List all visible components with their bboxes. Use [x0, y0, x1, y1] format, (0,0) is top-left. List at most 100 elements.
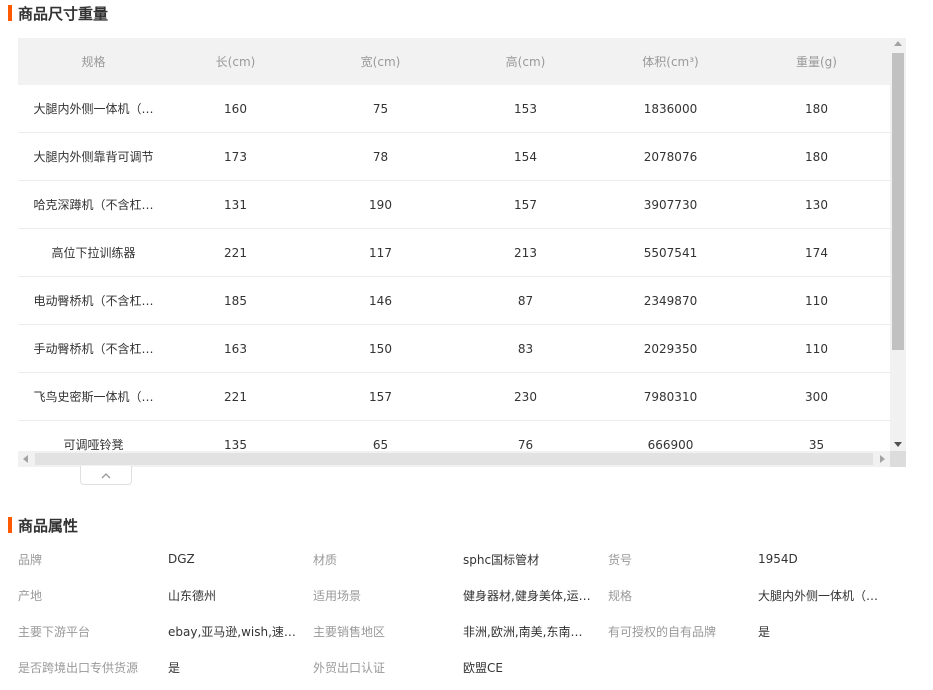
- attribute-label: 外贸出口认证: [313, 660, 386, 675]
- header-volume: 体积(cm³): [642, 55, 699, 69]
- cell-width: 146: [369, 293, 392, 308]
- cell-length: 221: [224, 245, 247, 260]
- cell-spec: 大腿内外侧一体机（…: [33, 102, 154, 116]
- vertical-scroll-thumb[interactable]: [892, 53, 904, 350]
- cell-height: 213: [514, 245, 537, 260]
- cell-width: 117: [369, 245, 392, 260]
- attribute-value: 山东德州: [168, 588, 217, 603]
- attribute-label: 是否跨境出口专供货源: [18, 660, 139, 675]
- cell-length: 160: [224, 101, 247, 116]
- cell-width: 157: [369, 389, 392, 404]
- cell-volume: 2078076: [643, 149, 698, 164]
- attribute-value: 是: [168, 660, 181, 675]
- cell-weight: 300: [805, 389, 828, 404]
- cell-width: 190: [369, 197, 392, 212]
- vertical-scrollbar[interactable]: [890, 38, 906, 451]
- attribute-label: 材质: [313, 552, 338, 567]
- cell-weight: 180: [805, 101, 828, 116]
- attribute-label: 主要销售地区: [313, 624, 386, 639]
- cell-length: 131: [224, 197, 247, 212]
- cell-volume: 2349870: [643, 293, 698, 308]
- attributes-grid: 品牌 DGZ 材质 sphc国标管材 货号 1954D 产地 山东德州 适用场景…: [18, 541, 918, 685]
- table-row: 手动臀桥机（不含杠… 163 150 83 2029350 110: [18, 325, 890, 373]
- cell-weight: 130: [805, 197, 828, 212]
- scroll-right-arrow-icon[interactable]: [880, 455, 885, 463]
- cell-height: 230: [514, 389, 537, 404]
- cell-height: 153: [514, 101, 537, 116]
- header-length: 长(cm): [215, 55, 256, 69]
- cell-length: 173: [224, 149, 247, 164]
- cell-height: 76: [517, 437, 534, 452]
- scroll-up-arrow-icon[interactable]: [894, 41, 902, 46]
- dimensions-table-viewport: 规格 长(cm) 宽(cm) 高(cm) 体积(cm³) 重量(g) 大腿内外侧…: [18, 38, 890, 451]
- dimensions-section-title: 商品尺寸重量: [8, 4, 109, 23]
- cell-length: 163: [224, 341, 247, 356]
- table-row: 大腿内外侧一体机（… 160 75 153 1836000 180: [18, 85, 890, 133]
- cell-spec: 哈克深蹲机（不含杠…: [33, 198, 154, 212]
- cell-volume: 3907730: [643, 197, 698, 212]
- attribute-row: 主要下游平台 ebay,亚马逊,wish,速… 主要销售地区 非洲,欧洲,南美,…: [18, 613, 918, 649]
- attribute-value: sphc国标管材: [463, 552, 540, 567]
- table-row: 可调哑铃凳 135 65 76 666900 35: [18, 421, 890, 452]
- attribute-value: 非洲,欧洲,南美,东南…: [463, 624, 583, 639]
- horizontal-scrollbar[interactable]: [18, 451, 890, 467]
- cell-spec: 可调哑铃凳: [63, 438, 124, 451]
- attributes-section-title: 商品属性: [8, 516, 79, 535]
- attribute-row: 品牌 DGZ 材质 sphc国标管材 货号 1954D: [18, 541, 918, 577]
- attribute-label: 货号: [608, 552, 633, 567]
- collapse-table-button[interactable]: [80, 466, 132, 485]
- cell-height: 157: [514, 197, 537, 212]
- attribute-value: 大腿内外侧一体机（…: [758, 588, 879, 603]
- cell-spec: 飞鸟史密斯一体机（…: [33, 390, 154, 404]
- cell-weight: 110: [805, 293, 828, 308]
- cell-weight: 35: [808, 437, 825, 452]
- table-row: 高位下拉训练器 221 117 213 5507541 174: [18, 229, 890, 277]
- attribute-label: 主要下游平台: [18, 624, 91, 639]
- table-row: 哈克深蹲机（不含杠… 131 190 157 3907730 130: [18, 181, 890, 229]
- cell-weight: 174: [805, 245, 828, 260]
- cell-volume: 666900: [647, 437, 694, 452]
- scroll-left-arrow-icon[interactable]: [23, 455, 28, 463]
- cell-volume: 5507541: [643, 245, 698, 260]
- attribute-label: 适用场景: [313, 588, 362, 603]
- cell-spec: 电动臀桥机（不含杠…: [33, 294, 154, 308]
- attribute-label: 品牌: [18, 552, 43, 567]
- scrollbar-corner: [890, 451, 906, 467]
- header-width: 宽(cm): [360, 55, 401, 69]
- table-row: 电动臀桥机（不含杠… 185 146 87 2349870 110: [18, 277, 890, 325]
- cell-weight: 180: [805, 149, 828, 164]
- attribute-row: 是否跨境出口专供货源 是 外贸出口认证 欧盟CE: [18, 649, 918, 685]
- attribute-label: 产地: [18, 588, 43, 603]
- cell-height: 154: [514, 149, 537, 164]
- dimensions-table: 规格 长(cm) 宽(cm) 高(cm) 体积(cm³) 重量(g) 大腿内外侧…: [18, 38, 906, 468]
- cell-height: 87: [517, 293, 534, 308]
- table-header-row: 规格 长(cm) 宽(cm) 高(cm) 体积(cm³) 重量(g): [18, 38, 890, 85]
- chevron-up-icon: [101, 472, 111, 478]
- cell-spec: 大腿内外侧靠背可调节: [33, 150, 154, 164]
- cell-width: 75: [372, 101, 389, 116]
- scroll-down-arrow-icon[interactable]: [894, 442, 902, 447]
- attribute-value: 欧盟CE: [463, 660, 503, 675]
- cell-width: 150: [369, 341, 392, 356]
- attribute-label: 规格: [608, 588, 633, 603]
- attribute-value: DGZ: [168, 552, 195, 566]
- cell-length: 185: [224, 293, 247, 308]
- cell-spec: 高位下拉训练器: [51, 246, 136, 260]
- title-accent-bar: [8, 5, 12, 21]
- horizontal-scroll-thumb[interactable]: [35, 453, 873, 465]
- cell-width: 78: [372, 149, 389, 164]
- cell-volume: 7980310: [643, 389, 698, 404]
- dimensions-title: 商品尺寸重量: [18, 4, 109, 23]
- attribute-value: 是: [758, 624, 771, 639]
- cell-height: 83: [517, 341, 534, 356]
- cell-weight: 110: [805, 341, 828, 356]
- cell-length: 221: [224, 389, 247, 404]
- cell-volume: 1836000: [643, 101, 698, 116]
- cell-length: 135: [224, 437, 247, 452]
- attribute-value: ebay,亚马逊,wish,速…: [168, 624, 296, 639]
- cell-width: 65: [372, 437, 389, 452]
- attribute-label: 有可授权的自有品牌: [608, 624, 717, 639]
- header-spec: 规格: [81, 55, 106, 69]
- attributes-title: 商品属性: [18, 516, 79, 535]
- attribute-row: 产地 山东德州 适用场景 健身器材,健身美体,运… 规格 大腿内外侧一体机（…: [18, 577, 918, 613]
